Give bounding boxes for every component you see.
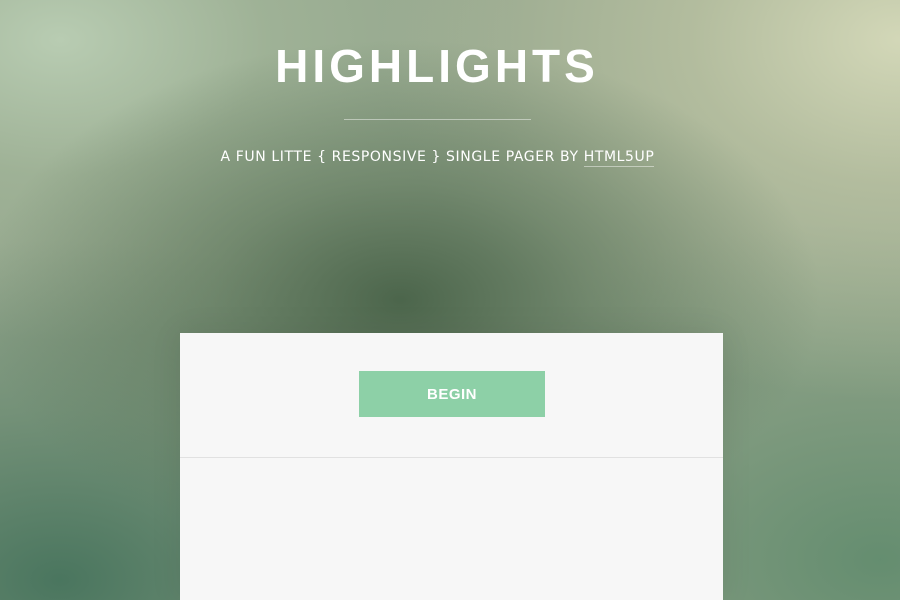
hero-header: HIGHLIGHTS A FUN LITTE { RESPONSIVE } SI… (0, 0, 900, 200)
site-title: HIGHLIGHTS (275, 40, 599, 92)
panel-top-section: BEGIN (180, 333, 723, 458)
begin-button[interactable]: BEGIN (359, 371, 545, 417)
tagline-text: A FUN LITTE { RESPONSIVE } SINGLE PAGER … (220, 149, 584, 165)
content-panel: BEGIN (180, 333, 723, 600)
tagline: A FUN LITTE { RESPONSIVE } SINGLE PAGER … (0, 147, 875, 167)
html5up-link[interactable]: HTML5UP (583, 149, 655, 167)
panel-body (180, 458, 723, 600)
title-divider (344, 119, 531, 120)
